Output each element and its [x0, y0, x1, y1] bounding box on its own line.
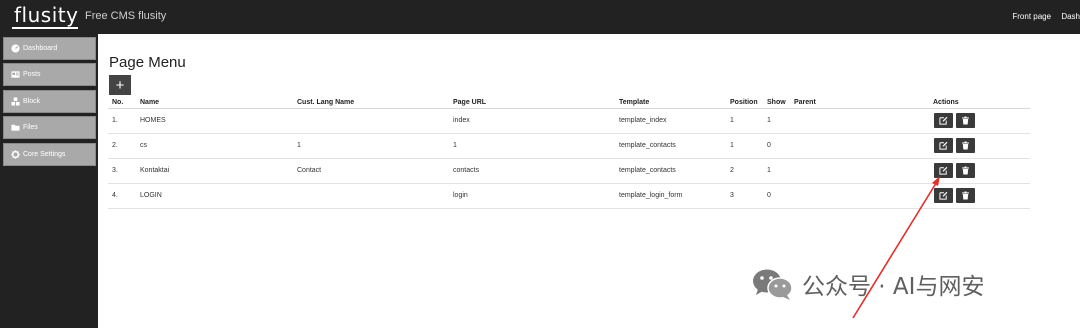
wechat-icon [753, 269, 793, 300]
watermark-text: 公众号 · AI与网安 [802, 274, 985, 300]
watermark: 公众号 · AI与网安 [752, 267, 984, 301]
